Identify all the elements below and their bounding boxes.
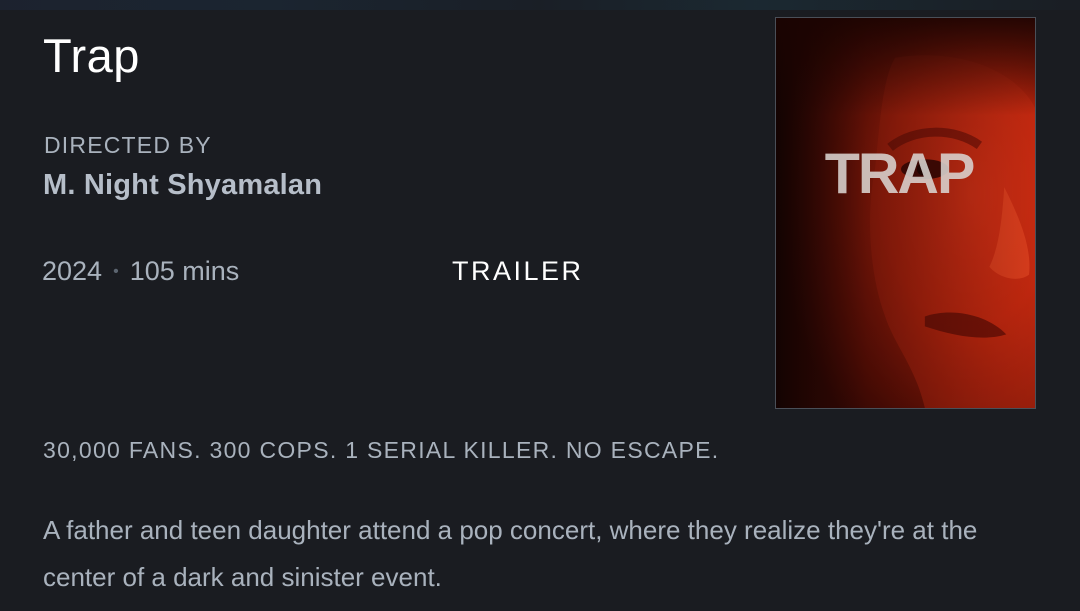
film-poster[interactable]: TRAP: [775, 17, 1036, 409]
film-tagline: 30,000 FANS. 300 COPS. 1 SERIAL KILLER. …: [43, 437, 720, 463]
trailer-button[interactable]: TRAILER: [452, 256, 584, 287]
directed-by-label: DIRECTED BY: [44, 132, 212, 158]
poster-title: TRAP: [825, 142, 974, 206]
film-meta: 2024 • 105 mins: [42, 256, 239, 287]
film-synopsis: A father and teen daughter attend a pop …: [43, 515, 978, 592]
release-year[interactable]: 2024: [42, 256, 102, 287]
top-backdrop-fade: [0, 0, 1080, 10]
runtime: 105 mins: [129, 256, 240, 286]
meta-separator: •: [113, 262, 119, 280]
poster-image: TRAP: [776, 18, 1035, 408]
film-detail-page: Trap DIRECTED BY M. Night Shyamalan 2024…: [0, 0, 1080, 611]
film-title: Trap: [43, 29, 140, 82]
director-name[interactable]: M. Night Shyamalan: [43, 169, 322, 202]
